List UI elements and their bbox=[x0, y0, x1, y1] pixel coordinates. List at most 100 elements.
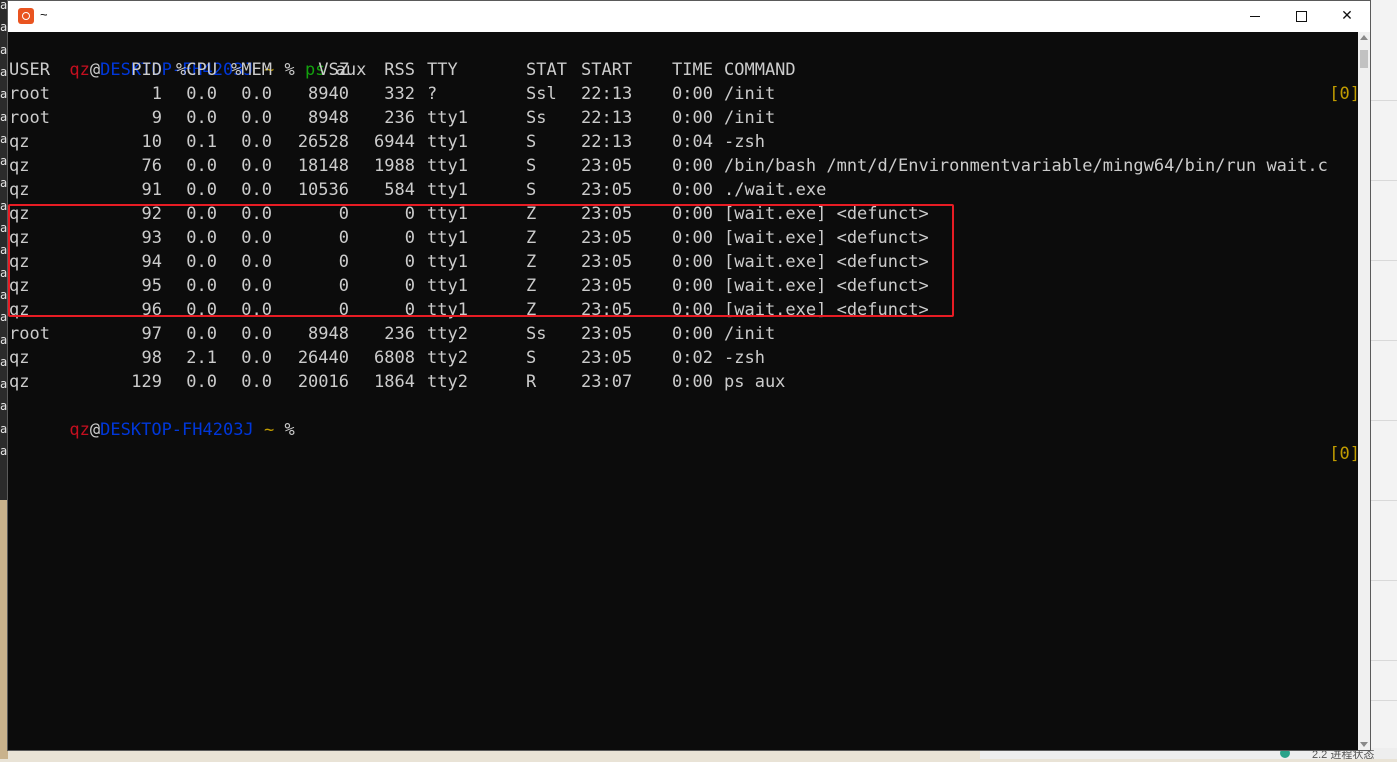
cell-vsz: 8940 bbox=[308, 84, 349, 104]
scroll-thumb[interactable] bbox=[1360, 50, 1368, 68]
cell-tty: tty2 bbox=[427, 324, 468, 344]
ubuntu-icon bbox=[18, 8, 34, 24]
cell-start: 23:05 bbox=[581, 348, 633, 368]
minimize-button[interactable] bbox=[1232, 1, 1278, 31]
cell-stat: S bbox=[526, 348, 537, 368]
cell-time: 0:00 bbox=[672, 324, 713, 344]
cell-user: qz bbox=[9, 348, 30, 368]
cell-tty: tty1 bbox=[427, 132, 468, 152]
cell-rss: 236 bbox=[384, 324, 415, 344]
cell-time: 0:00 bbox=[672, 180, 713, 200]
cell-stat: S bbox=[526, 180, 537, 200]
cell-command: -zsh bbox=[724, 348, 765, 368]
close-button[interactable]: ✕ bbox=[1324, 1, 1370, 31]
cell-cpu: 0.0 bbox=[186, 180, 217, 200]
ps-row: qz 91 0.0 0.0 10536 584 tty1 S 23:05 0:00 ./wait.e… bbox=[8, 178, 1360, 202]
cell-command: /init bbox=[724, 84, 776, 104]
cell-time: 0:02 bbox=[672, 348, 713, 368]
scrollbar[interactable] bbox=[1358, 32, 1370, 750]
cell-tty: tty2 bbox=[427, 348, 468, 368]
ps-row: root 9 0.0 0.0 8948 236 tty1 Ss 22:13 0:00/init bbox=[8, 106, 1360, 130]
cell-mem: %MEM bbox=[231, 60, 272, 80]
cell-mem: 0.0 bbox=[241, 372, 272, 392]
cell-start: 22:13 bbox=[581, 84, 633, 104]
cell-cpu: 0.0 bbox=[186, 108, 217, 128]
cell-stat: Ss bbox=[526, 324, 547, 344]
cell-command: ps aux bbox=[724, 372, 786, 392]
cell-pid: 98 bbox=[141, 348, 162, 368]
cell-vsz: 20016 bbox=[297, 372, 349, 392]
cell-start: START bbox=[581, 60, 633, 80]
background-divider bbox=[1371, 340, 1397, 341]
cell-time: 0:00 bbox=[672, 372, 713, 392]
cell-vsz: 18148 bbox=[297, 156, 349, 176]
cell-vsz: 8948 bbox=[308, 108, 349, 128]
cell-pid: 9 bbox=[151, 108, 162, 128]
cell-vsz: VSZ bbox=[318, 60, 349, 80]
cell-vsz: 26440 bbox=[297, 348, 349, 368]
cell-start: 23:07 bbox=[581, 372, 633, 392]
cell-rss: 236 bbox=[384, 108, 415, 128]
maximize-button[interactable] bbox=[1278, 1, 1324, 31]
background-divider bbox=[1371, 100, 1397, 101]
cell-tty: TTY bbox=[427, 60, 458, 80]
prompt-dir: ~ bbox=[263, 420, 275, 440]
cell-start: 23:05 bbox=[581, 324, 633, 344]
cell-command: /init bbox=[724, 324, 776, 344]
cell-start: 22:13 bbox=[581, 132, 633, 152]
cell-rss: 6808 bbox=[374, 348, 415, 368]
cell-tty: tty1 bbox=[427, 156, 468, 176]
cell-mem: 0.0 bbox=[241, 108, 272, 128]
terminal-window: ~ ✕ qz@DESKTOP-FH4203J ~ % ps aux [0] US… bbox=[7, 0, 1371, 751]
cell-start: 23:05 bbox=[581, 180, 633, 200]
cell-vsz: 10536 bbox=[297, 180, 349, 200]
cell-stat: S bbox=[526, 156, 537, 176]
cell-user: qz bbox=[9, 132, 30, 152]
cell-command: COMMAND bbox=[724, 60, 796, 80]
cell-cpu: 0.0 bbox=[186, 156, 217, 176]
cell-rss: 1988 bbox=[374, 156, 415, 176]
cell-pid: 1 bbox=[151, 84, 162, 104]
cell-vsz: 26528 bbox=[297, 132, 349, 152]
cell-stat: STAT bbox=[526, 60, 567, 80]
cell-mem: 0.0 bbox=[241, 180, 272, 200]
right-prompt: [0] bbox=[1329, 444, 1360, 464]
cell-command: /bin/bash /mnt/d/Environmentvariable/min… bbox=[724, 156, 1328, 176]
cell-stat: Ssl bbox=[526, 84, 557, 104]
scroll-up-icon[interactable] bbox=[1360, 35, 1368, 40]
cell-tty: tty1 bbox=[427, 180, 468, 200]
terminal-output[interactable]: qz@DESKTOP-FH4203J ~ % ps aux [0] USER PI… bbox=[8, 32, 1360, 750]
scroll-down-icon[interactable] bbox=[1360, 742, 1368, 747]
background-divider bbox=[1371, 180, 1397, 181]
ps-row: root 97 0.0 0.0 8948 236 tty2 Ss 23:05 0:00/init bbox=[8, 322, 1360, 346]
cell-mem: 0.0 bbox=[241, 348, 272, 368]
prompt-user: qz bbox=[69, 420, 90, 440]
cell-start: 23:05 bbox=[581, 156, 633, 176]
cell-cpu: 0.0 bbox=[186, 84, 217, 104]
cell-cpu: %CPU bbox=[176, 60, 217, 80]
cell-tty: tty2 bbox=[427, 372, 468, 392]
cell-time: 0:00 bbox=[672, 108, 713, 128]
title-bar[interactable]: ~ ✕ bbox=[8, 1, 1370, 33]
cell-tty: tty1 bbox=[427, 108, 468, 128]
cell-stat: R bbox=[526, 372, 537, 392]
cell-command: -zsh bbox=[724, 132, 765, 152]
cell-pid: 91 bbox=[141, 180, 162, 200]
cell-start: 22:13 bbox=[581, 108, 633, 128]
background-divider bbox=[1371, 420, 1397, 421]
cell-mem: 0.0 bbox=[241, 156, 272, 176]
background-window-right bbox=[1370, 0, 1397, 759]
prompt-host: DESKTOP-FH4203J bbox=[100, 420, 254, 440]
cell-mem: 0.0 bbox=[241, 324, 272, 344]
cell-user: qz bbox=[9, 372, 30, 392]
background-divider bbox=[1371, 260, 1397, 261]
cell-pid: 76 bbox=[141, 156, 162, 176]
cell-time: TIME bbox=[672, 60, 713, 80]
cell-mem: 0.0 bbox=[241, 132, 272, 152]
cell-pid: PID bbox=[131, 60, 162, 80]
cell-stat: S bbox=[526, 132, 537, 152]
window-title: ~ bbox=[40, 7, 48, 22]
ps-row: qz 10 0.1 0.0 26528 6944 tty1 S 22:13 0:04 -zsh bbox=[8, 130, 1360, 154]
cell-command: /init bbox=[724, 108, 776, 128]
cell-rss: 584 bbox=[384, 180, 415, 200]
